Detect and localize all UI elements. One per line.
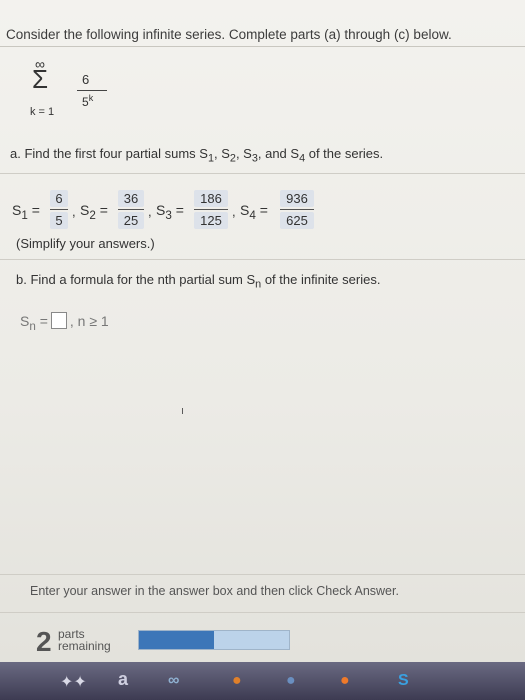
partial-sum-3-numerator: 186 bbox=[194, 190, 228, 207]
partial-sum-1-denominator: 5 bbox=[50, 212, 68, 229]
partial-sum-2-answer[interactable]: 36 25 bbox=[118, 190, 144, 229]
partial-sums-row: S1 = 6 5 , S2 = 36 25 , S3 = 186 125 , S… bbox=[12, 190, 512, 230]
taskbar-skype-icon[interactable]: S bbox=[398, 672, 409, 690]
sum-lower-limit: k = 1 bbox=[30, 106, 55, 118]
part-b-prompt: b. Find a formula for the nth partial su… bbox=[16, 272, 381, 291]
series-numerator: 6 bbox=[82, 72, 90, 87]
answer-instruction: Enter your answer in the answer box and … bbox=[30, 584, 399, 598]
part-a-text: a. Find the first four partial sums S bbox=[10, 146, 208, 161]
partial-sum-1-numerator: 6 bbox=[50, 190, 68, 207]
taskbar-app-icon[interactable]: ✦✦ bbox=[60, 672, 87, 692]
nth-sum-condition: , n ≥ 1 bbox=[69, 313, 109, 329]
taskbar: ✦✦ a ∞ ● ● ● S bbox=[0, 662, 525, 700]
part-a-divider bbox=[0, 173, 525, 174]
parts-remaining-label: parts remaining bbox=[58, 627, 111, 653]
partial-sum-4-numerator: 936 bbox=[280, 190, 314, 207]
progress-bar-fill bbox=[139, 631, 214, 649]
taskbar-tripadvisor-icon[interactable]: ∞ bbox=[168, 672, 179, 690]
nth-sum-answer-row: Sn =, n ≥ 1 bbox=[20, 312, 109, 333]
taskbar-text-icon[interactable]: a bbox=[118, 669, 128, 690]
cursor-mark: ı bbox=[181, 405, 185, 417]
series-expression: ∞ Σ k = 1 6 5k bbox=[22, 56, 142, 126]
nth-sum-answer-box[interactable] bbox=[50, 312, 67, 329]
sigma-symbol: Σ bbox=[32, 64, 49, 94]
part-b-divider bbox=[0, 259, 525, 260]
series-denominator: 5k bbox=[82, 93, 93, 109]
part-a-prompt: a. Find the first four partial sums S1, … bbox=[10, 146, 384, 165]
series-denominator-base: 5 bbox=[82, 95, 89, 109]
partial-sum-3-denominator: 125 bbox=[194, 212, 228, 229]
partial-sum-4-denominator: 625 bbox=[280, 212, 314, 229]
simplify-note: (Simplify your answers.) bbox=[16, 236, 155, 251]
question-page: Consider the following infinite series. … bbox=[0, 0, 525, 662]
partial-sum-3-answer[interactable]: 186 125 bbox=[194, 190, 228, 229]
partial-sum-2-numerator: 36 bbox=[118, 190, 144, 207]
taskbar-firefox-icon[interactable]: ● bbox=[340, 672, 350, 690]
partial-sum-4-answer[interactable]: 936 625 bbox=[280, 190, 314, 229]
footer-divider-bottom bbox=[0, 612, 525, 613]
parts-remaining-count: 2 bbox=[36, 626, 52, 657]
taskbar-globe-icon[interactable]: ● bbox=[286, 672, 296, 690]
progress-bar bbox=[138, 630, 290, 650]
problem-intro: Consider the following infinite series. … bbox=[6, 27, 452, 42]
series-denominator-exponent: k bbox=[88, 93, 94, 103]
taskbar-browser-icon[interactable]: ● bbox=[232, 672, 242, 690]
partial-sum-2-denominator: 25 bbox=[118, 212, 144, 229]
partial-sum-1-answer[interactable]: 6 5 bbox=[50, 190, 68, 229]
footer-divider-top bbox=[0, 574, 525, 575]
series-fraction-bar bbox=[77, 90, 107, 91]
header-divider bbox=[0, 46, 525, 47]
